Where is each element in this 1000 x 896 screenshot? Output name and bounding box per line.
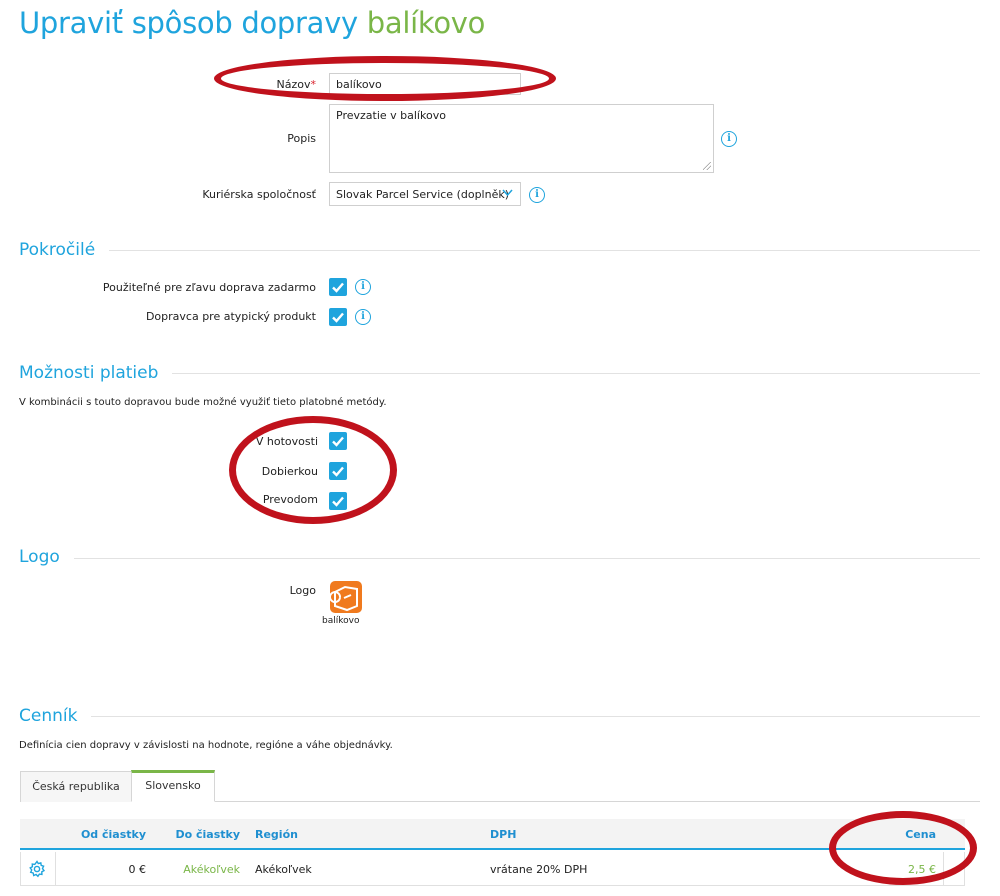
description-text: Prevzatie v balíkovo bbox=[336, 109, 446, 122]
courier-select-value: Slovak Parcel Service (doplněk) bbox=[336, 188, 510, 201]
chevron-down-icon bbox=[501, 186, 514, 203]
annotation-ring bbox=[229, 416, 397, 524]
atypical-product-info-icon[interactable]: i bbox=[355, 309, 371, 325]
section-title-payments: Možnosti platieb bbox=[19, 363, 173, 383]
atypical-product-label: Dopravca pre atypický produkt bbox=[145, 310, 316, 323]
free-shipping-label: Použiteľné pre zľavu doprava zadarmo bbox=[102, 281, 316, 294]
free-shipping-checkbox[interactable] bbox=[329, 278, 347, 296]
payments-description: V kombinácii s touto dopravou bude možné… bbox=[19, 397, 387, 408]
courier-label: Kuriérska spoločnosť bbox=[202, 188, 316, 201]
description-label: Popis bbox=[287, 132, 316, 145]
description-textarea[interactable]: Prevzatie v balíkovo bbox=[329, 104, 714, 173]
check-icon bbox=[332, 282, 344, 293]
col-header-from[interactable]: Od čiastky bbox=[60, 828, 146, 841]
atypical-product-checkbox[interactable] bbox=[329, 308, 347, 326]
resize-grip-icon[interactable] bbox=[703, 162, 711, 170]
col-header-vat[interactable]: DPH bbox=[490, 828, 516, 841]
col-header-to[interactable]: Do čiastky bbox=[160, 828, 240, 841]
page-title-name: balíkovo bbox=[366, 6, 486, 40]
pricing-description: Definícia cien dopravy v závislosti na h… bbox=[19, 740, 393, 751]
annotation-ring bbox=[214, 56, 556, 101]
courier-select[interactable]: Slovak Parcel Service (doplněk) bbox=[329, 182, 521, 206]
cell-from: 0 € bbox=[128, 863, 147, 876]
section-divider bbox=[20, 716, 980, 717]
section-divider bbox=[20, 250, 980, 251]
tab-slovakia[interactable]: Slovensko bbox=[131, 770, 215, 802]
section-divider bbox=[20, 558, 980, 559]
logo-label: Logo bbox=[289, 584, 316, 597]
col-header-region[interactable]: Región bbox=[255, 828, 298, 841]
courier-info-icon[interactable]: i bbox=[529, 187, 545, 203]
free-shipping-info-icon[interactable]: i bbox=[355, 279, 371, 295]
annotation-ring bbox=[829, 811, 977, 885]
cell-region: Akékoľvek bbox=[255, 863, 312, 876]
balikovo-logo-icon bbox=[329, 581, 362, 613]
section-title-pricing: Cenník bbox=[19, 706, 92, 726]
description-info-icon[interactable]: i bbox=[721, 131, 737, 147]
logo-image bbox=[329, 580, 363, 614]
section-title-logo: Logo bbox=[19, 547, 74, 567]
cell-vat: vrátane 20% DPH bbox=[490, 863, 588, 876]
gear-icon[interactable] bbox=[28, 860, 46, 878]
column-divider bbox=[55, 852, 56, 886]
tab-czech-republic[interactable]: Česká republika bbox=[20, 771, 132, 802]
logo-caption: balíkovo bbox=[322, 616, 360, 626]
page-title: Upraviť spôsob dopravy balíkovo bbox=[19, 6, 485, 40]
page-title-text: Upraviť spôsob dopravy bbox=[19, 6, 358, 40]
cell-to: Akékoľvek bbox=[183, 863, 240, 876]
check-icon bbox=[332, 312, 344, 323]
section-title-advanced: Pokročilé bbox=[19, 240, 110, 260]
